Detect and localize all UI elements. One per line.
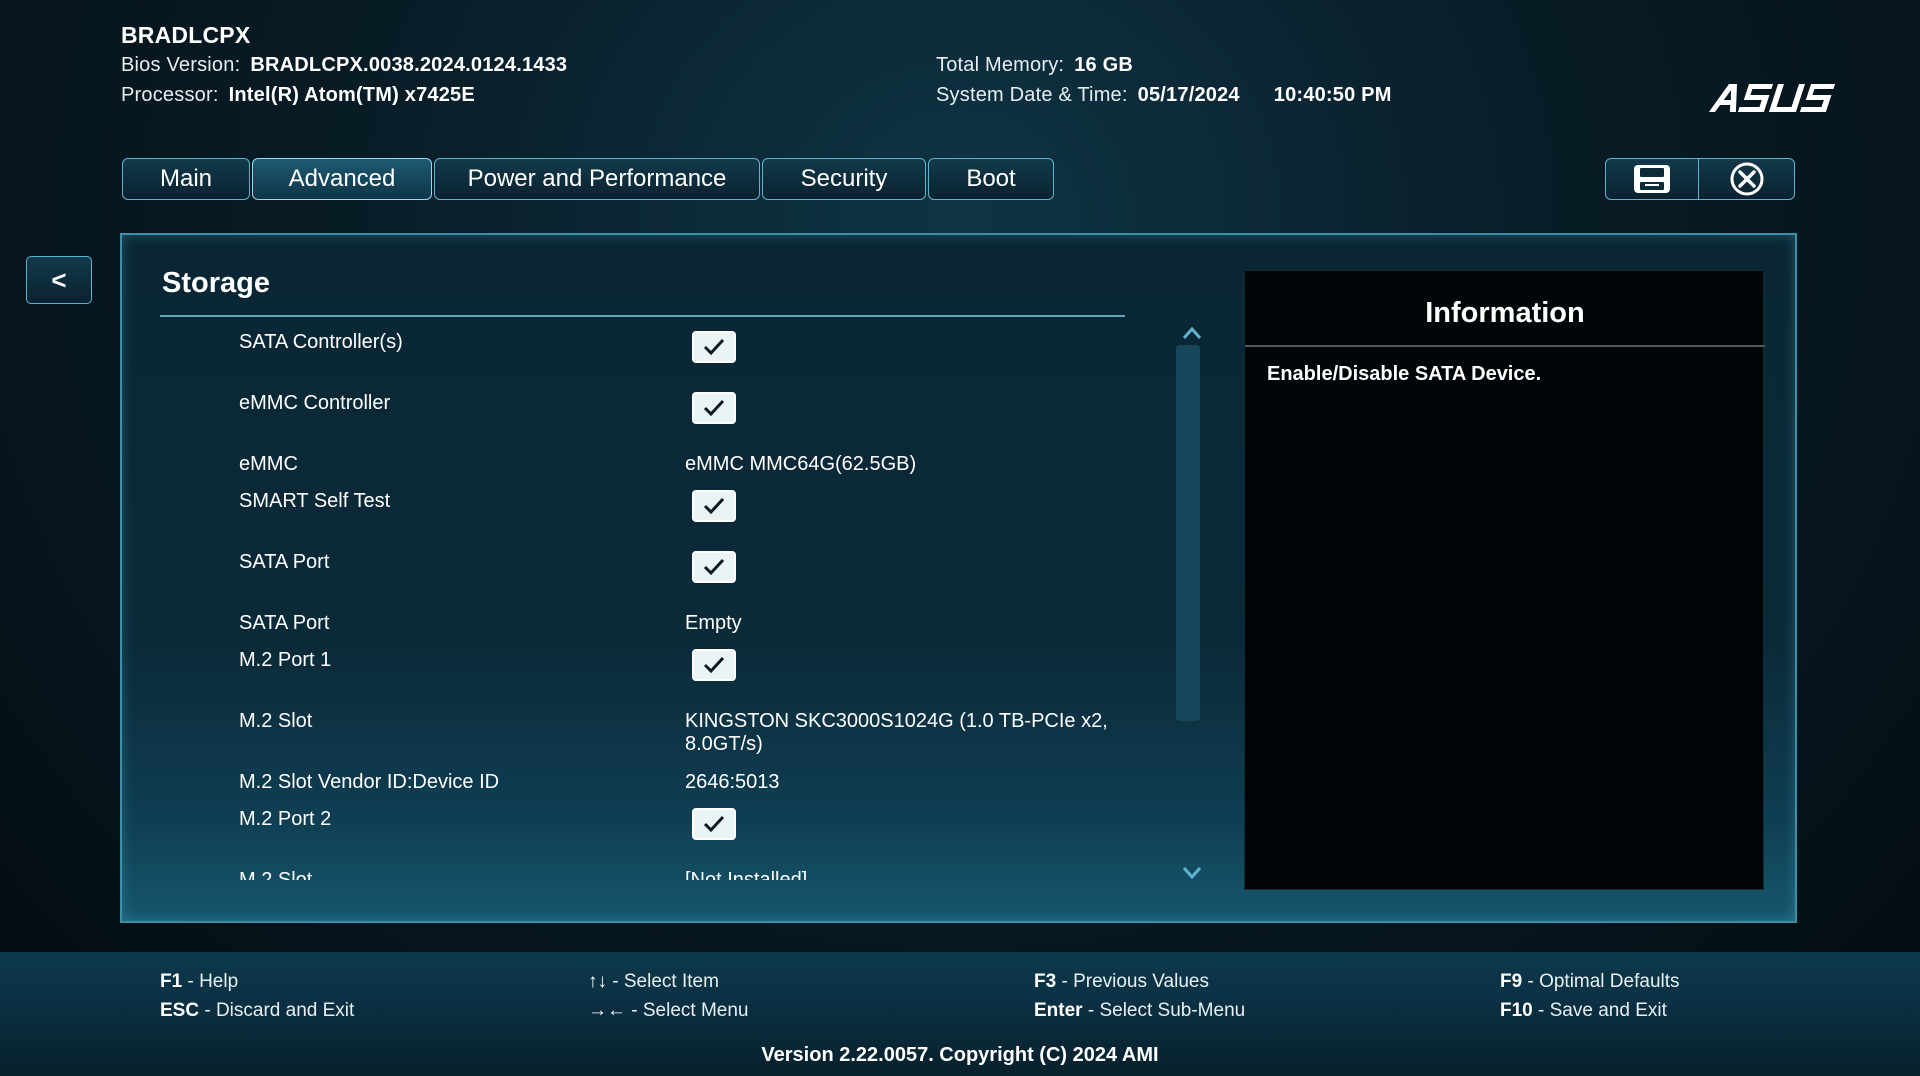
setting-label: eMMC Controller [239,392,391,414]
sata-port-checkbox[interactable] [692,551,736,583]
setting-label: SATA Port [239,612,330,634]
processor-info: Processor: Intel(R) Atom(TM) x7425E [121,84,475,107]
datetime-label: System Date & Time: [936,84,1128,106]
processor-value: Intel(R) Atom(TM) x7425E [228,84,475,106]
key-desc: - Previous Values [1056,971,1209,992]
setting-value: KINGSTON SKC3000S1024G (1.0 TB-PCIe x2, … [685,710,1108,755]
tab-boot[interactable]: Boot [928,158,1054,200]
key: F10 [1500,1000,1533,1021]
checkmark-icon [703,497,725,515]
setting-label: eMMC [239,453,298,475]
smart-self-test-checkbox[interactable] [692,490,736,522]
setting-label: M.2 Slot [239,710,313,732]
scrollbar-thumb[interactable] [1176,345,1200,721]
checkmark-icon [703,815,725,833]
processor-label: Processor: [121,84,219,106]
total-memory: Total Memory: 16 GB [936,54,1133,77]
key-desc: - Discard and Exit [199,1000,355,1021]
help-key-select-menu: →← - Select Menu [588,1000,749,1022]
system-datetime: System Date & Time: 05/17/2024 10:40:50 PM [936,84,1392,107]
key-desc: - Save and Exit [1532,1000,1667,1021]
setting-label: SATA Port [239,551,330,573]
key-desc: - Help [182,971,239,992]
key-desc: - Select Sub-Menu [1082,1000,1246,1021]
close-circle-icon [1730,162,1763,196]
bios-header: BRADLCPX Bios Version: BRADLCPX.0038.2024… [0,0,1920,150]
setting-label: SMART Self Test [239,490,391,512]
memory-label: Total Memory: [936,54,1065,76]
information-panel: Information Enable/Disable SATA Device. [1244,270,1765,890]
bios-version-value: BRADLCPX.0038.2024.0124.1433 [250,54,568,76]
bios-version-label: Bios Version: [121,54,241,76]
setting-label: M.2 Slot [239,869,313,880]
help-key-esc: ESC - Discard and Exit [160,1000,354,1022]
settings-list: SATA Controller(s) eMMC Controller eMMC … [122,235,1122,880]
emmc-controller-checkbox[interactable] [692,392,736,424]
tab-advanced[interactable]: Advanced [252,158,432,200]
checkmark-icon [703,656,725,674]
key-desc: - Optimal Defaults [1522,971,1680,992]
key: F3 [1034,971,1057,992]
checkmark-icon [703,338,725,356]
memory-value: 16 GB [1074,54,1133,76]
information-divider [1245,345,1765,347]
setting-value: 2646:5013 [685,771,780,793]
asus-logo [1708,84,1835,112]
key: Enter [1034,1000,1083,1021]
checkmark-icon [703,399,725,417]
key: F9 [1500,971,1523,992]
save-icon [1634,165,1670,193]
help-key-f10: F10 - Save and Exit [1500,1000,1667,1022]
save-button[interactable] [1605,158,1699,200]
help-key-f3: F3 - Previous Values [1034,971,1209,993]
help-key-f9: F9 - Optimal Defaults [1500,971,1680,993]
sata-controllers-checkbox[interactable] [692,331,736,363]
help-key-enter: Enter - Select Sub-Menu [1034,1000,1245,1022]
tab-main[interactable]: Main [122,158,250,200]
help-key-f1: F1 - Help [160,971,238,993]
help-key-select-item: ↑↓ - Select Item [588,971,719,993]
setting-value: Empty [685,612,742,634]
setting-value: eMMC MMC64G(62.5GB) [685,453,917,475]
m2-port-2-checkbox[interactable] [692,808,736,840]
time-value: 10:40:50 PM [1273,84,1392,106]
setting-value: [Not Installed] [685,869,808,880]
key-desc: - Select Menu [626,1000,749,1021]
setting-label: SATA Controller(s) [239,331,403,353]
information-title: Information [1425,297,1585,329]
hostname: BRADLCPX [121,22,251,48]
key: →← [588,1000,626,1021]
key-desc: - Select Item [607,971,719,992]
setting-label: M.2 Port 2 [239,808,332,830]
key: F1 [160,971,183,992]
scroll-down-icon[interactable] [1177,863,1207,883]
action-buttons [1605,158,1795,200]
scroll-up-icon[interactable] [1177,323,1207,343]
tab-power-and-performance[interactable]: Power and Performance [434,158,760,200]
bios-version: Bios Version: BRADLCPX.0038.2024.0124.143… [121,54,567,77]
version-text: Version 2.22.0057. Copyright (C) 2024 AM… [761,1044,1159,1066]
checkmark-icon [703,558,725,576]
tab-security[interactable]: Security [762,158,926,200]
setting-label: M.2 Port 1 [239,649,332,671]
back-button[interactable]: < [26,256,92,304]
exit-button[interactable] [1699,158,1795,200]
key: ↑↓ [588,971,607,992]
tab-bar: Main Advanced Power and Performance Secu… [122,158,1056,202]
setting-label: M.2 Slot Vendor ID:Device ID [239,771,500,793]
date-value: 05/17/2024 [1137,84,1240,106]
key: ESC [160,1000,200,1021]
information-text: Enable/Disable SATA Device. [1267,363,1542,385]
m2-port-1-checkbox[interactable] [692,649,736,681]
